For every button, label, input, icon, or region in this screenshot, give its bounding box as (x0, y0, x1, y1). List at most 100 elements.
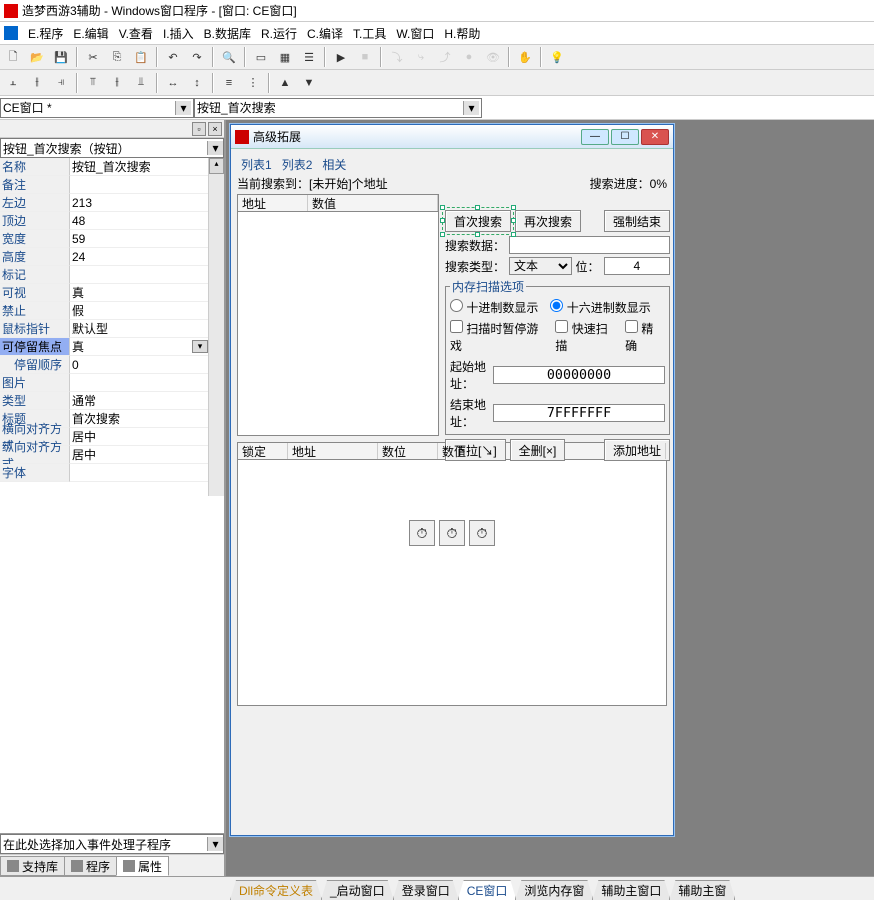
property-row[interactable]: 左边213 (0, 194, 208, 212)
lower-list-body[interactable]: ⏱ ⏱ ⏱ (237, 460, 667, 706)
col-digits[interactable]: 数位 (378, 443, 438, 459)
property-row[interactable]: 字体 (0, 464, 208, 482)
hand-icon[interactable]: ✋ (514, 46, 536, 68)
run-icon[interactable]: ▶ (330, 46, 352, 68)
tab-list2[interactable]: 列表2 (282, 156, 313, 173)
form-icon[interactable]: ▭ (250, 46, 272, 68)
undo-icon[interactable]: ↶ (162, 46, 184, 68)
align-bottom-icon[interactable]: ⫫ (130, 72, 152, 94)
tab-support-lib[interactable]: 支持库 (0, 856, 65, 876)
search-again-button[interactable]: 再次搜索 (515, 210, 581, 232)
property-value[interactable] (70, 176, 208, 194)
step-into-icon[interactable]: ⤷ (410, 46, 432, 68)
property-value[interactable]: 居中 (70, 428, 208, 446)
property-row[interactable]: 纵向对齐方式居中 (0, 446, 208, 464)
align-right-icon[interactable]: ⫣ (50, 72, 72, 94)
menu-program[interactable]: E.程序 (28, 25, 63, 42)
property-value[interactable]: 24 (70, 248, 208, 266)
property-value[interactable]: 按钮_首次搜索 (70, 158, 208, 176)
property-value[interactable] (70, 266, 208, 284)
col-lock[interactable]: 锁定 (238, 443, 288, 459)
property-row[interactable]: 名称按钮_首次搜索 (0, 158, 208, 176)
col-address[interactable]: 地址 (238, 195, 308, 211)
property-value[interactable]: 213 (70, 194, 208, 212)
tab-assist-main[interactable]: 辅助主窗口 (592, 880, 670, 900)
menu-icon[interactable] (4, 26, 18, 40)
tab-dll-def[interactable]: Dll命令定义表 (230, 880, 322, 900)
property-value[interactable]: 真 (70, 284, 208, 302)
menu-edit[interactable]: E.编辑 (73, 25, 108, 42)
timer-icon-1[interactable]: ⏱ (409, 520, 435, 546)
tab-login-window[interactable]: 登录窗口 (393, 880, 459, 900)
size-width-icon[interactable]: ↔ (162, 72, 184, 94)
paste-icon[interactable]: 📋 (130, 46, 152, 68)
designer-canvas[interactable]: 高级拓展 — ☐ ✕ 列表1 列表2 相关 当前搜索到：[未开始]个地址 搜索进… (226, 120, 874, 876)
col-value2[interactable]: 数值 (438, 443, 666, 459)
find-icon[interactable]: 🔍 (218, 46, 240, 68)
watch-icon[interactable]: 👁 (482, 46, 504, 68)
maximize-button[interactable]: ☐ (611, 129, 639, 145)
close-icon[interactable]: × (208, 122, 222, 136)
close-button[interactable]: ✕ (641, 129, 669, 145)
grid-icon[interactable]: ▦ (274, 46, 296, 68)
start-addr-input[interactable] (493, 366, 665, 384)
chevron-down-icon[interactable]: ▾ (207, 141, 223, 155)
property-value[interactable] (70, 464, 208, 482)
event-combo[interactable]: 在此处选择加入事件处理子程序 ▾ (0, 834, 224, 854)
window-combo[interactable]: CE窗口 * ▾ (0, 98, 194, 118)
copy-icon[interactable]: ⎘ (106, 46, 128, 68)
property-value[interactable]: 59 (70, 230, 208, 248)
property-object-combo[interactable]: 按钮_首次搜索（按钮） ▾ (0, 138, 224, 158)
property-row[interactable]: 顶边48 (0, 212, 208, 230)
menu-view[interactable]: V.查看 (119, 25, 153, 42)
menu-help[interactable]: H.帮助 (444, 25, 480, 42)
check-fast[interactable]: 快速扫描 (555, 320, 619, 354)
property-row[interactable]: 可停留焦点真▾ (0, 338, 208, 356)
check-pause[interactable]: 扫描时暂停游戏 (450, 320, 549, 354)
align-middle-icon[interactable]: ⫲ (106, 72, 128, 94)
property-value[interactable]: 48 (70, 212, 208, 230)
property-row[interactable]: 类型通常 (0, 392, 208, 410)
property-value[interactable]: 0 (70, 356, 208, 374)
dist-h-icon[interactable]: ≡ (218, 72, 240, 94)
property-row[interactable]: 鼠标指针默认型 (0, 320, 208, 338)
control-combo[interactable]: 按钮_首次搜索 ▾ (194, 98, 482, 118)
tab-assist-main2[interactable]: 辅助主窗 (669, 880, 735, 900)
timer-icon-2[interactable]: ⏱ (439, 520, 465, 546)
list-icon[interactable]: ☰ (298, 46, 320, 68)
bring-front-icon[interactable]: ▲ (274, 72, 296, 94)
save-icon[interactable]: 💾 (50, 46, 72, 68)
property-row[interactable]: 高度24 (0, 248, 208, 266)
search-type-select[interactable]: 文本 (509, 257, 572, 275)
tab-memory-browser[interactable]: 浏览内存窗 (515, 880, 593, 900)
property-grid[interactable]: 名称按钮_首次搜索备注左边213顶边48宽度59高度24标记可视真禁止假鼠标指针… (0, 158, 208, 496)
menu-run[interactable]: R.运行 (261, 25, 297, 42)
menu-database[interactable]: B.数据库 (204, 25, 251, 42)
property-value[interactable]: 首次搜索 (70, 410, 208, 428)
property-row[interactable]: 宽度59 (0, 230, 208, 248)
bits-input[interactable] (604, 257, 671, 275)
property-value[interactable]: 假 (70, 302, 208, 320)
tab-startup-window[interactable]: _启动窗口 (321, 880, 394, 900)
radio-hex[interactable]: 十六进制数显示 (550, 299, 650, 316)
menu-tools[interactable]: T.工具 (353, 25, 386, 42)
chevron-down-icon[interactable]: ▾ (207, 837, 223, 851)
property-row[interactable]: 可视真 (0, 284, 208, 302)
tab-program[interactable]: 程序 (64, 856, 117, 876)
search-data-input[interactable] (509, 236, 670, 254)
property-value[interactable]: 居中 (70, 446, 208, 464)
size-height-icon[interactable]: ↕ (186, 72, 208, 94)
property-value[interactable]: 通常 (70, 392, 208, 410)
scroll-up-icon[interactable]: ▴ (209, 158, 224, 174)
property-value[interactable]: 真▾ (70, 338, 208, 356)
col-value[interactable]: 数值 (308, 195, 438, 211)
first-search-button[interactable]: 首次搜索 (445, 210, 511, 232)
breakpoint-icon[interactable]: ● (458, 46, 480, 68)
stop-icon[interactable]: ■ (354, 46, 376, 68)
property-row[interactable]: 标记 (0, 266, 208, 284)
step-over-icon[interactable]: ⤵ (386, 46, 408, 68)
step-out-icon[interactable]: ⤴ (434, 46, 456, 68)
col-address2[interactable]: 地址 (288, 443, 378, 459)
timer-icon-3[interactable]: ⏱ (469, 520, 495, 546)
dist-v-icon[interactable]: ⋮ (242, 72, 264, 94)
